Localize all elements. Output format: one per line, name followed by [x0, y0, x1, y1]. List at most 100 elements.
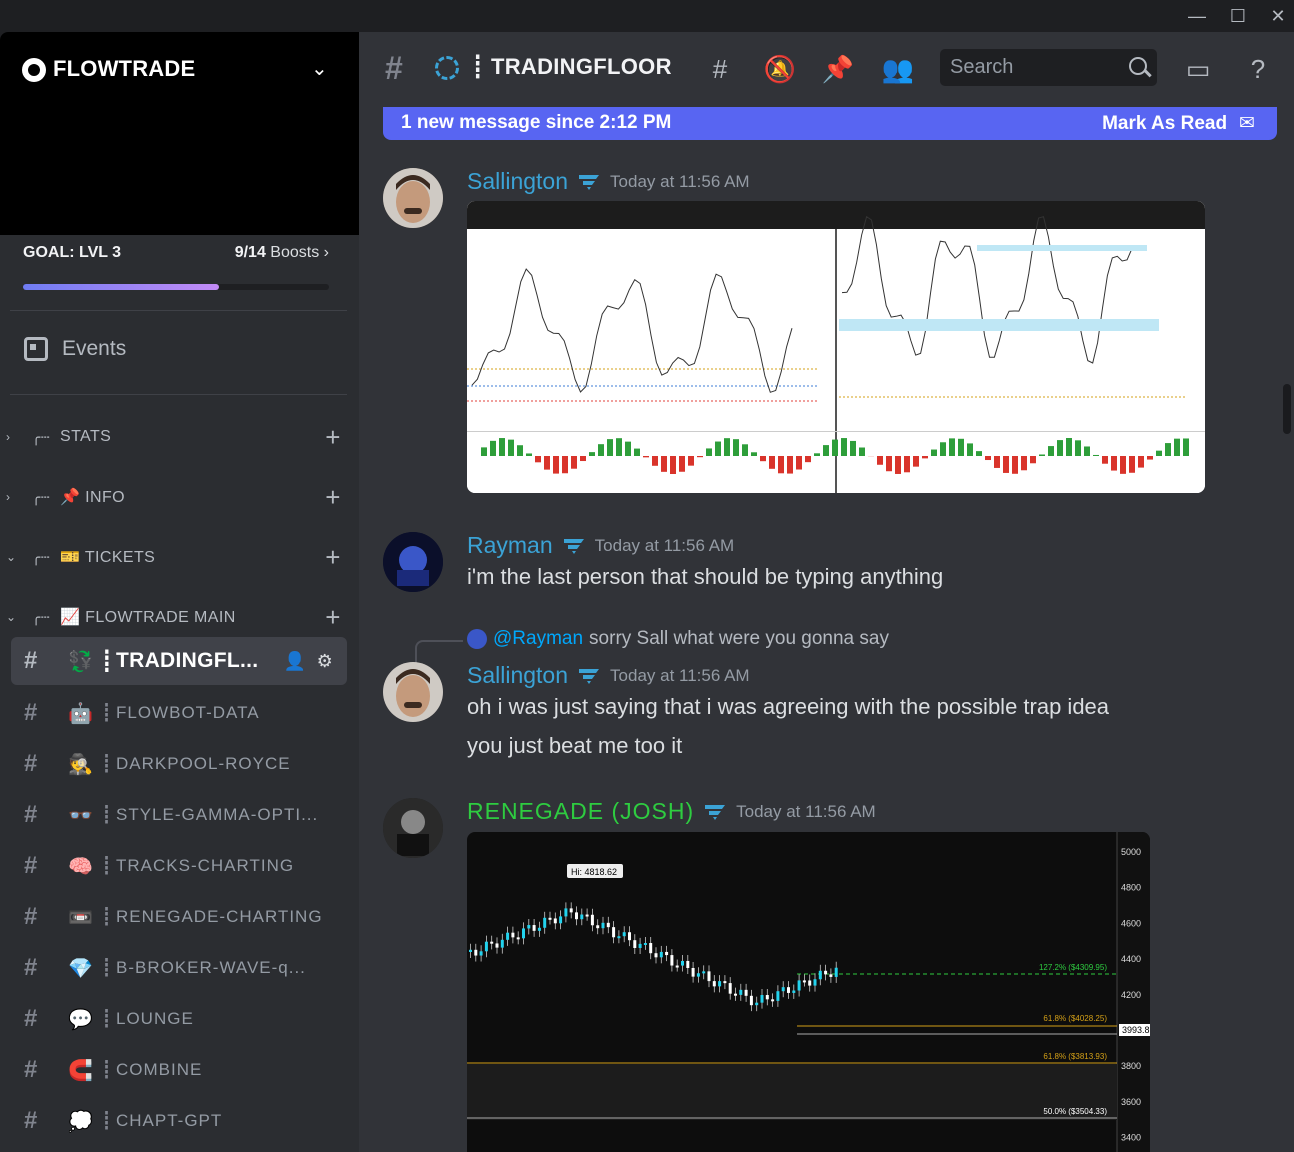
- channel-separator: ┋: [101, 1060, 113, 1079]
- category-arrow-icon: ⌄: [6, 610, 17, 624]
- inbox-icon[interactable]: ▭: [1181, 52, 1215, 86]
- y-tick-label: 4800: [1121, 883, 1141, 893]
- avatar[interactable]: [383, 168, 443, 228]
- message-author-row: Sallington Today at 11:56 AM: [467, 662, 750, 689]
- y-tick-label: 3600: [1121, 1097, 1141, 1107]
- channel-item[interactable]: # 🧠 ┋ TRACKS-CHARTING: [11, 842, 347, 890]
- chart-image-attachment[interactable]: 500048004600440042004000380036003400 127…: [467, 832, 1150, 1152]
- channel-name: STYLE-GAMMA-OPTI...: [116, 805, 319, 824]
- channel-name: TRACKS-CHARTING: [116, 856, 295, 875]
- category-arrow-icon: ⌄: [6, 550, 17, 564]
- add-channel-icon[interactable]: +: [315, 542, 351, 573]
- member-list-icon[interactable]: 👥: [881, 52, 915, 86]
- message-author-row: RENEGADE (JOSH) Today at 11:56 AM: [467, 798, 876, 825]
- currency-exchange-icon: [435, 56, 459, 80]
- boost-count-label: Boosts: [270, 244, 320, 261]
- search-input[interactable]: Search: [940, 49, 1157, 86]
- add-channel-icon[interactable]: +: [315, 602, 351, 633]
- help-icon[interactable]: ?: [1241, 52, 1275, 86]
- category-arrow-icon: ›: [6, 490, 11, 504]
- channel-emoji-icon: 💱: [68, 650, 94, 673]
- category-label: 📈 FLOWTRADE MAIN: [60, 609, 236, 626]
- pin-icon[interactable]: 📌: [821, 52, 855, 86]
- channel-separator: ┋: [101, 958, 113, 977]
- category-flowtrade-main[interactable]: ⌄ ╭┄ 📈 FLOWTRADE MAIN +: [6, 602, 351, 632]
- channel-emoji-icon: 🧲: [68, 1059, 94, 1082]
- gear-icon[interactable]: ⚙: [317, 651, 333, 672]
- category-stats[interactable]: › ╭┄ STATS +: [6, 422, 351, 452]
- chevron-down-icon[interactable]: ⌄: [311, 56, 328, 81]
- category-deco: ╭┄: [32, 428, 50, 445]
- channel-item[interactable]: # 🕵 ┋ DARKPOOL-ROYCE: [11, 740, 347, 788]
- message-author[interactable]: RENEGADE (JOSH): [467, 798, 694, 825]
- avatar[interactable]: [383, 532, 443, 592]
- avatar[interactable]: [383, 798, 443, 858]
- channel-name: B-BROKER-WAVE-q...: [116, 958, 306, 977]
- mark-as-read-button[interactable]: Mark As Read ✉: [1102, 112, 1255, 135]
- y-tick-label: 4600: [1121, 918, 1141, 928]
- channel-name: DARKPOOL-ROYCE: [116, 754, 291, 773]
- channel-item[interactable]: # 🤖 ┋ FLOWBOT-DATA: [11, 689, 347, 737]
- message-author[interactable]: Rayman: [467, 532, 553, 559]
- category-arrow-icon: ›: [6, 430, 11, 444]
- mark-as-read-label: Mark As Read: [1102, 112, 1228, 134]
- channel-hash-icon: #: [24, 903, 39, 930]
- channel-item[interactable]: # 💎 ┋ B-BROKER-WAVE-q...: [11, 944, 347, 992]
- boost-count[interactable]: 9/14 Boosts ›: [235, 244, 329, 262]
- events-item[interactable]: Events: [24, 337, 126, 361]
- channel-item[interactable]: # 💱 ┋ TRADINGFL... 👤 ⚙: [11, 637, 347, 685]
- avatar[interactable]: [383, 662, 443, 722]
- boost-progress-fill: [23, 284, 219, 290]
- mark-read-icon: ✉: [1239, 113, 1255, 134]
- message-timestamp: Today at 11:56 AM: [610, 171, 750, 191]
- hi-label: Hi: 4818.62: [571, 867, 617, 877]
- channel-name: FLOWBOT-DATA: [116, 703, 260, 722]
- new-messages-banner[interactable]: 1 new message since 2:12 PM Mark As Read…: [383, 107, 1277, 140]
- channel-item[interactable]: # 💬 ┋ LOUNGE: [11, 995, 347, 1043]
- server-header[interactable]: FLOWTRADE ⌄: [0, 32, 359, 235]
- price-tag: 3993.8: [1122, 1025, 1150, 1035]
- flowtrade-badge-icon: [579, 174, 600, 190]
- category-label: 🎫 TICKETS: [60, 549, 156, 566]
- channel-item[interactable]: # 💭 ┋ CHAPT-GPT: [11, 1097, 347, 1145]
- fib-level-label: 127.2% ($4309.95): [1039, 963, 1107, 972]
- channel-hash-icon: #: [385, 50, 403, 86]
- avatar-image: [383, 532, 443, 592]
- message-author[interactable]: Sallington: [467, 168, 568, 195]
- maximize-button[interactable]: ☐: [1224, 4, 1252, 28]
- channel-hash-icon: #: [24, 1107, 39, 1134]
- add-channel-icon[interactable]: +: [315, 482, 351, 513]
- category-info[interactable]: › ╭┄ 📌 INFO +: [6, 482, 351, 512]
- fib-level-label: 61.8% ($4028.25): [1043, 1014, 1107, 1023]
- channel-hash-icon: #: [24, 954, 39, 981]
- scrollbar-thumb[interactable]: [1283, 384, 1291, 434]
- reply-avatar: [467, 629, 487, 649]
- channel-item[interactable]: # 🧲 ┋ COMBINE: [11, 1046, 347, 1094]
- reply-author[interactable]: @Rayman: [493, 628, 583, 650]
- channel-separator: ┋: [101, 754, 113, 773]
- channel-item[interactable]: # 📼 ┋ RENEGADE-CHARTING: [11, 893, 347, 941]
- channel-item[interactable]: # 👓 ┋ STYLE-GAMMA-OPTI...: [11, 791, 347, 839]
- add-channel-icon[interactable]: +: [315, 422, 351, 453]
- category-deco: ╭┄: [32, 608, 50, 625]
- chart-image-attachment[interactable]: [467, 201, 1205, 493]
- category-tickets[interactable]: ⌄ ╭┄ 🎫 TICKETS +: [6, 542, 351, 572]
- threads-icon[interactable]: #: [703, 52, 737, 86]
- channel-emoji-icon: 👓: [68, 804, 94, 827]
- fib-level-label: 61.8% ($3813.93): [1043, 1052, 1107, 1061]
- minimize-button[interactable]: —: [1183, 4, 1211, 28]
- divider: [10, 310, 347, 311]
- channel-sidebar: FLOWTRADE ⌄ GOAL: LVL 3 9/14 Boosts › Ev…: [0, 32, 359, 1152]
- flowtrade-badge-icon: [579, 668, 600, 684]
- invite-icon[interactable]: 👤: [284, 651, 307, 672]
- close-button[interactable]: ✕: [1264, 4, 1292, 28]
- new-messages-text: 1 new message since 2:12 PM: [401, 112, 672, 133]
- mute-bell-icon[interactable]: 🔕: [763, 52, 797, 86]
- search-placeholder: Search: [950, 56, 1014, 78]
- channel-title: ┋ TRADINGFLOOR: [471, 54, 672, 79]
- boost-count-value: 9/14: [234, 244, 266, 261]
- channel-separator: ┋: [101, 907, 113, 926]
- message-author[interactable]: Sallington: [467, 662, 568, 689]
- reply-reference[interactable]: @Rayman sorry Sall what were you gonna s…: [467, 628, 889, 650]
- category-label: STATS: [60, 428, 112, 445]
